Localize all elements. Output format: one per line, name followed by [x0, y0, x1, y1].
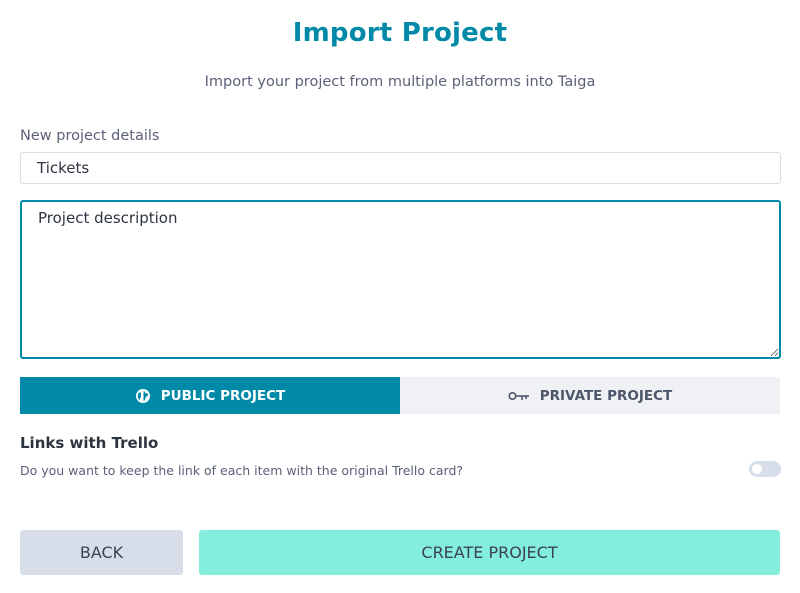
globe-icon — [135, 388, 151, 404]
key-icon — [508, 390, 530, 402]
toggle-knob — [752, 464, 762, 474]
project-details-label: New project details — [20, 128, 160, 144]
back-button[interactable]: BACK — [20, 530, 183, 575]
page-subtitle: Import your project from multiple platfo… — [204, 74, 596, 90]
keep-trello-links-toggle[interactable] — [749, 461, 781, 477]
create-project-button[interactable]: CREATE PROJECT — [199, 530, 780, 575]
trello-links-description: Do you want to keep the link of each ite… — [20, 463, 464, 478]
privacy-toggle: PUBLIC PROJECT PRIVATE PROJECT — [20, 377, 780, 414]
public-project-label: PUBLIC PROJECT — [160, 387, 286, 404]
project-name-input[interactable] — [20, 152, 781, 184]
page-title: Import Project — [292, 18, 508, 48]
project-description-input[interactable] — [20, 200, 781, 359]
private-project-label: PRIVATE PROJECT — [539, 387, 673, 404]
private-project-option[interactable]: PRIVATE PROJECT — [400, 377, 780, 414]
import-project-page: Import Project Import your project from … — [0, 0, 800, 593]
public-project-option[interactable]: PUBLIC PROJECT — [20, 377, 400, 414]
trello-links-title: Links with Trello — [20, 434, 159, 452]
